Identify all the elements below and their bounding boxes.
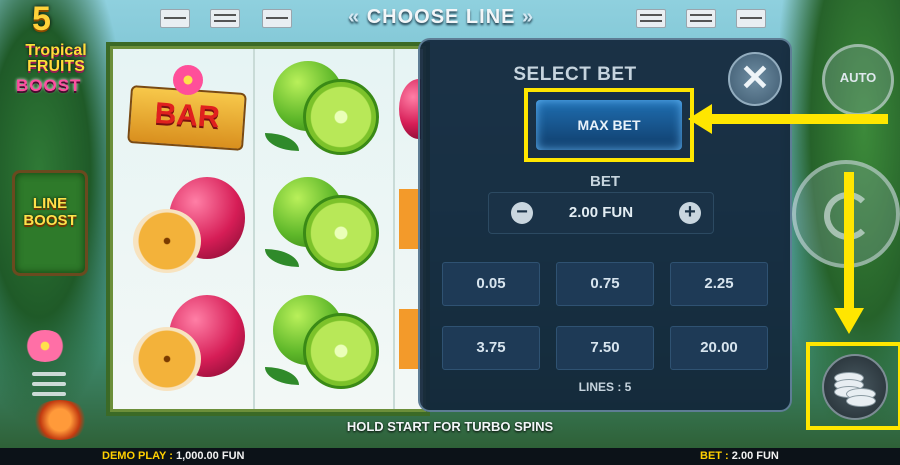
max-bet-button[interactable]: MAX BET bbox=[536, 100, 682, 150]
line-indicator-icon[interactable] bbox=[636, 9, 666, 28]
line-indicator-icon[interactable] bbox=[736, 9, 766, 28]
footer-bet-label: BET : bbox=[700, 450, 729, 462]
passion-fruit-symbol bbox=[125, 169, 245, 279]
line-boost-line1: LINE bbox=[32, 195, 68, 212]
demo-balance: DEMO PLAY : 1,000.00 FUN bbox=[102, 450, 244, 462]
lime-symbol bbox=[265, 53, 385, 163]
turbo-hint: HOLD START FOR TURBO SPINS bbox=[346, 419, 554, 434]
line-boost-line2: BOOST bbox=[23, 212, 77, 229]
bet-option-button[interactable]: 3.75 bbox=[442, 326, 540, 370]
bet-option-button[interactable]: 0.75 bbox=[556, 262, 654, 306]
bet-label: BET bbox=[590, 173, 620, 190]
choose-line-title[interactable]: « CHOOSE LINE » bbox=[348, 6, 534, 29]
line-indicator-icon[interactable] bbox=[160, 9, 190, 28]
logo-line3: BOOST bbox=[16, 76, 82, 95]
bar-text: BAR bbox=[153, 96, 221, 135]
hibiscus-icon bbox=[173, 65, 203, 95]
reel-column bbox=[259, 49, 391, 409]
coins-icon[interactable] bbox=[822, 354, 888, 420]
bet-display: BET : 2.00 FUN bbox=[700, 450, 779, 462]
logo-number: 5 bbox=[32, 0, 51, 38]
bet-stepper: − 2.00 FUN + bbox=[488, 192, 714, 234]
plus-icon[interactable]: + bbox=[679, 202, 701, 224]
bet-option-button[interactable]: 2.25 bbox=[670, 262, 768, 306]
flower-decoration bbox=[24, 330, 66, 362]
line-indicator-icon[interactable] bbox=[262, 9, 292, 28]
menu-icon[interactable] bbox=[32, 372, 66, 398]
reel-divider bbox=[393, 49, 395, 409]
chevron-right-icon: » bbox=[522, 6, 535, 28]
lines-label: LINES : 5 bbox=[578, 380, 632, 394]
autoplay-button[interactable]: AUTO bbox=[822, 44, 894, 116]
coins-highlight bbox=[806, 342, 900, 430]
select-bet-panel: SELECT BET ✕ MAX BET BET − 2.00 FUN + 0.… bbox=[418, 38, 792, 412]
choose-line-label: CHOOSE LINE bbox=[366, 6, 516, 28]
arrow-icon bbox=[844, 172, 854, 310]
arrow-icon bbox=[700, 114, 888, 124]
reel-divider bbox=[253, 49, 255, 409]
chevron-left-icon: « bbox=[348, 6, 361, 28]
logo-line2: FRUITS bbox=[27, 58, 85, 75]
game-logo: 5 Tropical FRUITS BOOST bbox=[4, 0, 104, 98]
lime-symbol bbox=[265, 169, 385, 279]
close-icon[interactable]: ✕ bbox=[728, 52, 782, 106]
status-bar: DEMO PLAY : 1,000.00 FUN BET : 2.00 FUN bbox=[0, 448, 900, 465]
footer-bet-value: 2.00 FUN bbox=[731, 450, 779, 462]
arrow-head-icon bbox=[834, 308, 864, 334]
reel-column: BAR bbox=[119, 49, 251, 409]
line-indicator-icon[interactable] bbox=[210, 9, 240, 28]
arrow-head-icon bbox=[688, 104, 712, 134]
demo-label: DEMO PLAY : bbox=[102, 450, 173, 462]
top-bar: « CHOOSE LINE » bbox=[120, 0, 900, 36]
bar-symbol: BAR bbox=[125, 53, 247, 163]
line-boost-badge: LINE BOOST bbox=[12, 170, 88, 276]
bet-option-button[interactable]: 7.50 bbox=[556, 326, 654, 370]
passion-fruit-symbol bbox=[125, 287, 245, 397]
reel-area: BAR bbox=[110, 46, 426, 412]
lime-symbol bbox=[265, 287, 385, 397]
line-indicator-icon[interactable] bbox=[686, 9, 716, 28]
demo-value: 1,000.00 FUN bbox=[175, 450, 245, 462]
select-bet-title: SELECT BET bbox=[513, 64, 637, 85]
bet-option-button[interactable]: 20.00 bbox=[670, 326, 768, 370]
max-bet-highlight: MAX BET bbox=[524, 88, 694, 162]
bet-option-button[interactable]: 0.05 bbox=[442, 262, 540, 306]
